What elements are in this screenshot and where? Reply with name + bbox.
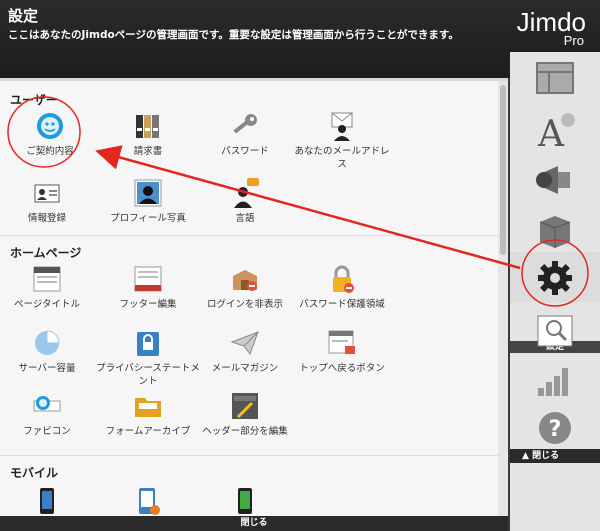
rail-settings[interactable] bbox=[510, 252, 600, 302]
item-label: プライバシーステートメント bbox=[96, 363, 200, 387]
item-contract[interactable]: ご契約内容 bbox=[0, 111, 102, 158]
item-label: ヘッダー部分を編集 bbox=[202, 426, 288, 437]
item-label: プロフィール写真 bbox=[110, 213, 186, 224]
item-label: パスワード保護領域 bbox=[299, 299, 385, 310]
profile-photo-icon bbox=[134, 179, 162, 207]
rail-promotion[interactable] bbox=[510, 154, 600, 200]
favicon-icon bbox=[33, 396, 61, 412]
item-mobile-1[interactable] bbox=[0, 486, 99, 520]
item-language[interactable]: 言語 bbox=[193, 178, 297, 225]
section-title: ユーザー bbox=[10, 93, 58, 107]
head-tag-icon bbox=[232, 393, 258, 419]
jimdo-logo: Jimdo bbox=[516, 7, 586, 37]
item-password[interactable]: パスワード bbox=[193, 111, 297, 158]
rail-help[interactable]: ? bbox=[510, 402, 600, 448]
item-label: サーバー容量 bbox=[18, 363, 76, 374]
item-mobile-2[interactable] bbox=[96, 486, 200, 520]
item-label: ファビコン bbox=[23, 426, 71, 437]
chevron-up-icon: ▲ bbox=[522, 451, 533, 461]
item-login-hide[interactable]: ログインを非表示 bbox=[193, 264, 297, 311]
item-label: あなたのメールアドレス bbox=[294, 146, 390, 170]
page-title: 設定 bbox=[8, 7, 39, 25]
rail-close-button[interactable]: ▲ 閉じる bbox=[510, 449, 600, 463]
item-info-registration[interactable]: 情報登録 bbox=[0, 178, 99, 225]
rail-statistics[interactable] bbox=[510, 354, 600, 400]
section-title: ホームページ bbox=[10, 246, 82, 260]
page-title-icon bbox=[33, 266, 61, 292]
login-hide-icon bbox=[233, 270, 257, 291]
item-favicon[interactable]: ファビコン bbox=[0, 391, 99, 438]
rail-store[interactable] bbox=[510, 204, 600, 250]
password-protect-icon bbox=[333, 265, 354, 293]
item-label: トップへ戻るボタン bbox=[299, 363, 385, 374]
scrollbar-thumb[interactable] bbox=[500, 85, 506, 255]
pie-chart-icon bbox=[35, 330, 60, 355]
mail-user-icon bbox=[331, 112, 353, 141]
package-icon bbox=[539, 216, 571, 248]
section-user: ユーザー ご契約内容 請求書 パスワード あなたのメールアドレス 情報登録 プロ… bbox=[0, 81, 498, 236]
scrollbar[interactable] bbox=[498, 81, 508, 531]
section-title: モバイル bbox=[10, 466, 59, 480]
item-privacy[interactable]: プライバシーステートメント bbox=[96, 328, 200, 388]
font-style-icon: A bbox=[537, 113, 575, 150]
item-mobile-3[interactable] bbox=[193, 486, 297, 520]
item-label: ページタイトル bbox=[13, 299, 81, 310]
privacy-lock-icon bbox=[137, 332, 159, 356]
id-card-icon bbox=[34, 184, 60, 203]
close-bar-bottom[interactable]: 閉じる bbox=[0, 516, 508, 531]
language-speech-icon bbox=[234, 178, 259, 208]
contract-smiley-icon bbox=[37, 113, 63, 139]
section-homepage: ホームページ ページタイトル フッター編集 ログインを非表示 パスワード保護領域… bbox=[0, 236, 498, 456]
back-to-top-icon bbox=[328, 330, 355, 354]
item-label: フォームアーカイブ bbox=[105, 426, 191, 437]
item-label: 情報登録 bbox=[27, 213, 66, 224]
jimdo-admin-screen: 設定 ここはあなたのJimdoページの管理画面です。重要な設定は管理画面から行う… bbox=[0, 0, 600, 531]
jimdo-logo-pro: Pro bbox=[563, 33, 584, 48]
page-description: ここはあなたのJimdoページの管理画面です。重要な設定は管理画面から行うことが… bbox=[8, 29, 459, 41]
item-invoice[interactable]: 請求書 bbox=[96, 111, 200, 158]
item-footer-edit[interactable]: フッター編集 bbox=[96, 264, 200, 311]
item-form-archive[interactable]: フォームアーカイブ bbox=[96, 391, 200, 438]
item-label: フッター編集 bbox=[119, 299, 177, 310]
settings-gear-icon bbox=[538, 261, 572, 295]
item-newsletter[interactable]: メールマガジン bbox=[193, 328, 297, 375]
svg-text:?: ? bbox=[549, 417, 562, 442]
item-email[interactable]: あなたのメールアドレス bbox=[290, 111, 394, 171]
item-back-to-top[interactable]: トップへ戻るボタン bbox=[290, 328, 394, 375]
item-profile-photo[interactable]: プロフィール写真 bbox=[96, 178, 200, 225]
svg-text:A: A bbox=[537, 114, 565, 150]
item-label: メールマガジン bbox=[211, 363, 279, 374]
rail-close-label: 閉じる bbox=[532, 451, 560, 461]
layout-icon bbox=[536, 62, 574, 94]
help-icon: ? bbox=[539, 412, 571, 444]
invoice-binders-icon bbox=[136, 115, 159, 138]
item-head-edit[interactable]: ヘッダー部分を編集 bbox=[193, 391, 297, 438]
item-label: 言語 bbox=[235, 213, 255, 224]
rail-style[interactable]: A bbox=[510, 104, 600, 150]
mobile-code-icon bbox=[238, 488, 252, 514]
folder-icon bbox=[135, 398, 161, 417]
rail-layout[interactable] bbox=[510, 54, 600, 100]
item-server-capacity[interactable]: サーバー容量 bbox=[0, 328, 99, 375]
item-label: パスワード bbox=[221, 146, 269, 157]
item-label: ご契約内容 bbox=[26, 146, 74, 157]
stats-bars-icon bbox=[538, 368, 568, 396]
item-password-protect[interactable]: パスワード保護領域 bbox=[290, 264, 394, 311]
item-page-title[interactable]: ページタイトル bbox=[0, 264, 99, 311]
mobile-home-icon bbox=[139, 488, 160, 515]
seo-icon bbox=[537, 315, 573, 347]
paper-plane-icon bbox=[230, 331, 259, 356]
item-label: ログインを非表示 bbox=[206, 299, 283, 310]
megaphone-icon bbox=[536, 166, 570, 194]
settings-panel: ユーザー ご契約内容 請求書 パスワード あなたのメールアドレス 情報登録 プロ… bbox=[0, 78, 508, 531]
rail-seo[interactable] bbox=[510, 304, 600, 350]
smartphone-icon bbox=[40, 488, 54, 514]
key-icon bbox=[233, 114, 257, 134]
item-label: 請求書 bbox=[133, 146, 163, 157]
footer-edit-icon bbox=[134, 266, 162, 292]
